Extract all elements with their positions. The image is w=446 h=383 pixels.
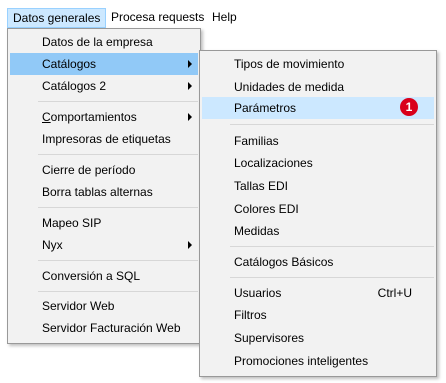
submenu-item-localizaciones[interactable]: Localizaciones [202,152,434,174]
menu-item-catalogos[interactable]: Catálogos [10,53,198,75]
menu-item-label: Promociones inteligentes [234,354,369,368]
submenu-item-medidas[interactable]: Medidas [202,220,434,242]
menu-item-servidor-web[interactable]: Servidor Web [10,295,198,317]
menu-item-label: Servidor Web [42,299,115,313]
menu-item-label: Tallas EDI [234,179,289,193]
submenu-item-usuarios[interactable]: Usuarios Ctrl+U [202,282,434,304]
separator [230,124,434,125]
menu-item-label: Impresoras de etiquetas [42,132,171,146]
menu-item-label: Supervisores [234,331,305,345]
menu-item-label: Datos de la empresa [42,35,153,49]
separator [38,260,198,261]
menu-item-label: Localizaciones [234,156,313,170]
submenu-arrow-icon [188,60,192,68]
separator [38,154,198,155]
menu-help[interactable]: Help [207,8,242,28]
menu-item-label: Usuarios [234,286,282,300]
menu-item-label: Colores EDI [234,202,299,216]
separator [230,246,434,247]
separator [38,101,198,102]
menu-item-label: Familias [234,134,279,148]
submenu-item-supervisores[interactable]: Supervisores [202,327,434,349]
annotation-badge: 1 [400,98,418,116]
screen: Datos generales Procesa requests Help Da… [0,0,446,383]
catalogos-submenu: Tipos de movimiento Unidades de medida P… [199,50,437,377]
submenu-item-tipos-movimiento[interactable]: Tipos de movimiento [202,53,434,75]
menu-item-label: Catálogos [42,57,97,71]
submenu-item-colores-edi[interactable]: Colores EDI [202,198,434,220]
menu-item-cierre-periodo[interactable]: Cierre de período [10,159,198,181]
menu-item-label: Nyx [42,238,63,252]
menu-procesa-requests[interactable]: Procesa requests [106,8,209,28]
menu-item-nyx[interactable]: Nyx [10,234,198,256]
menubar: Datos generales Procesa requests Help [0,0,446,28]
menu-item-label: Borra tablas alternas [42,185,153,199]
menu-item-impresoras[interactable]: Impresoras de etiquetas [10,128,198,150]
separator [38,291,198,292]
menu-item-label: Catálogos 2 [42,79,107,93]
submenu-item-tallas-edi[interactable]: Tallas EDI [202,175,434,197]
menu-item-catalogos-2[interactable]: Catálogos 2 [10,75,198,97]
menu-item-mapeo-sip[interactable]: Mapeo SIP [10,212,198,234]
menu-item-conversion-sql[interactable]: Conversión a SQL [10,265,198,287]
menu-item-label: Servidor Facturación Web [42,321,181,335]
submenu-item-familias[interactable]: Familias [202,130,434,152]
menu-item-label: Parámetros [234,101,297,115]
separator [230,277,434,278]
submenu-arrow-icon [188,82,192,90]
submenu-arrow-icon [188,113,192,121]
menu-item-label: Tipos de movimiento [234,57,345,71]
menu-item-label: Medidas [234,224,280,238]
menu-item-comportamientos[interactable]: Comportamientos [10,106,198,128]
menu-item-label: Cierre de período [42,163,136,177]
submenu-item-unidades-medida[interactable]: Unidades de medida [202,76,434,98]
separator [38,207,198,208]
menu-item-datos-empresa[interactable]: Datos de la empresa [10,31,198,53]
menu-item-label: Comportamientos [42,110,137,124]
shortcut-label: Ctrl+U [377,286,412,300]
menu-item-label: Conversión a SQL [42,269,141,283]
submenu-item-promociones[interactable]: Promociones inteligentes [202,350,434,372]
menu-item-label: Unidades de medida [234,80,345,94]
menu-item-label: Catálogos Básicos [234,255,334,269]
menu-item-servidor-facturacion[interactable]: Servidor Facturación Web [10,317,198,339]
menu-item-label: Mapeo SIP [42,216,102,230]
datos-generales-dropdown: Datos de la empresa Catálogos Catálogos … [7,28,201,344]
menu-item-label: Filtros [234,308,267,322]
submenu-item-filtros[interactable]: Filtros [202,304,434,326]
submenu-arrow-icon [188,241,192,249]
menu-datos-generales[interactable]: Datos generales [7,8,107,28]
menu-item-borra-tablas[interactable]: Borra tablas alternas [10,181,198,203]
submenu-item-catalogos-basicos[interactable]: Catálogos Básicos [202,251,434,273]
